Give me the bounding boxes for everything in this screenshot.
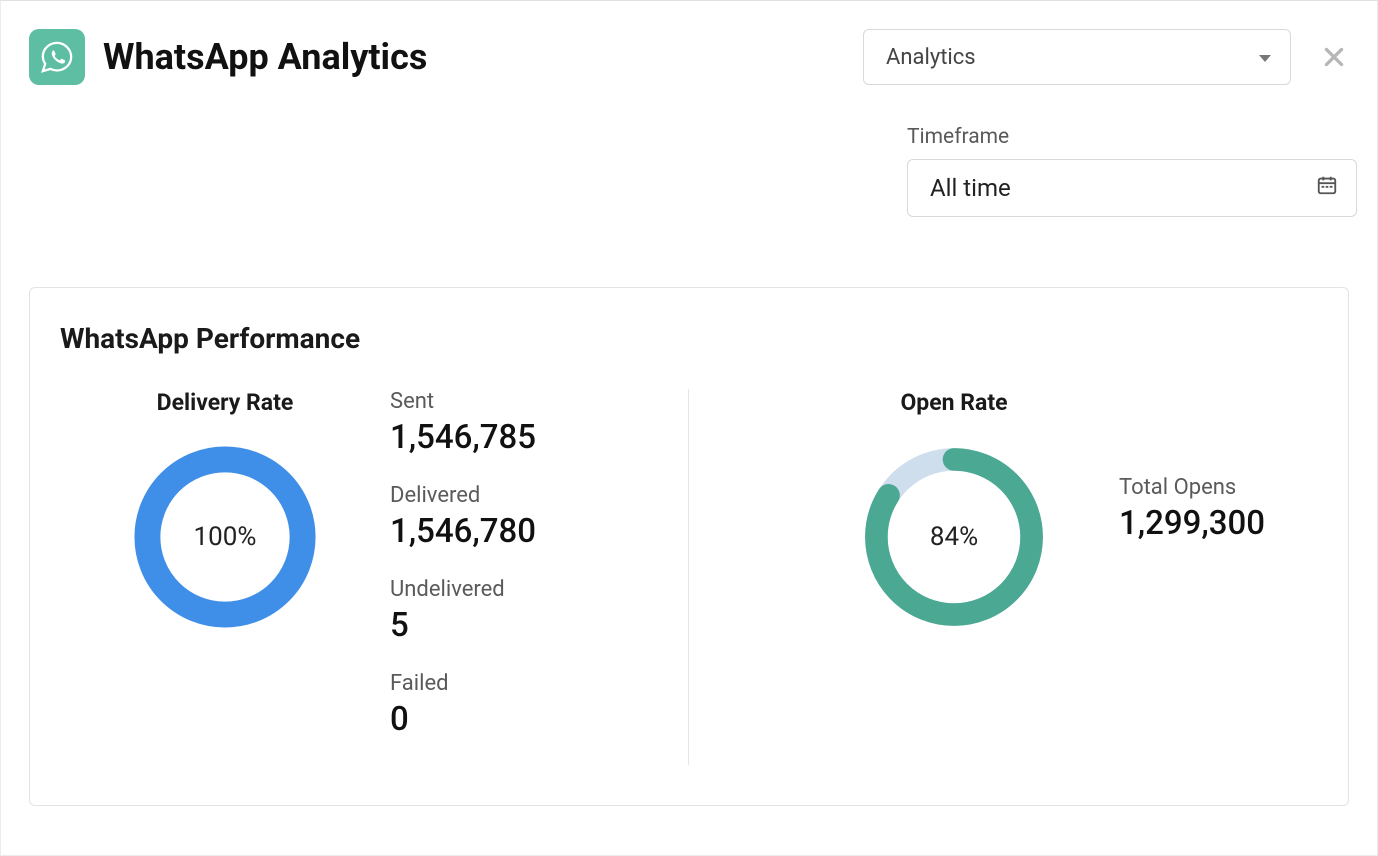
whatsapp-icon: [29, 29, 85, 85]
open-rate-title: Open Rate: [789, 389, 1119, 416]
failed-label: Failed: [390, 671, 536, 696]
delivery-rate-percent: 100%: [128, 440, 322, 634]
open-rate-donut: 84%: [857, 440, 1051, 634]
sent-value: 1,546,785: [390, 418, 536, 457]
page-title: WhatsApp Analytics: [103, 36, 427, 78]
timeframe-value: All time: [930, 174, 1011, 202]
performance-panel: WhatsApp Performance Delivery Rate 100% …: [29, 287, 1349, 806]
delivered-value: 1,546,780: [390, 512, 536, 551]
delivered-label: Delivered: [390, 483, 536, 508]
view-selector-value: Analytics: [886, 45, 976, 70]
undelivered-label: Undelivered: [390, 577, 536, 602]
delivery-stats: Sent 1,546,785 Delivered 1,546,780 Undel…: [390, 389, 536, 765]
failed-value: 0: [390, 700, 536, 739]
delivery-rate-donut: 100%: [128, 440, 322, 634]
chevron-down-icon: [1258, 45, 1272, 70]
undelivered-value: 5: [390, 606, 536, 645]
close-button[interactable]: [1319, 42, 1349, 72]
header: WhatsApp Analytics Analytics: [1, 1, 1377, 85]
delivery-section: Delivery Rate 100% Sent 1,546,785 Delive…: [60, 389, 689, 765]
open-section: Open Rate 84% Total Opens 1,299,300: [689, 389, 1318, 765]
view-selector-dropdown[interactable]: Analytics: [863, 29, 1291, 85]
delivery-rate-title: Delivery Rate: [60, 389, 390, 416]
panel-title: WhatsApp Performance: [60, 322, 1318, 355]
timeframe-dropdown[interactable]: All time: [907, 159, 1357, 217]
sent-label: Sent: [390, 389, 536, 414]
filters-row: Timeframe All time: [1, 85, 1377, 217]
total-opens-value: 1,299,300: [1119, 504, 1265, 543]
open-stats: Total Opens 1,299,300: [1119, 389, 1265, 569]
calendar-icon: [1316, 174, 1338, 202]
open-rate-percent: 84%: [857, 440, 1051, 634]
timeframe-label: Timeframe: [907, 125, 1357, 149]
total-opens-label: Total Opens: [1119, 475, 1265, 500]
